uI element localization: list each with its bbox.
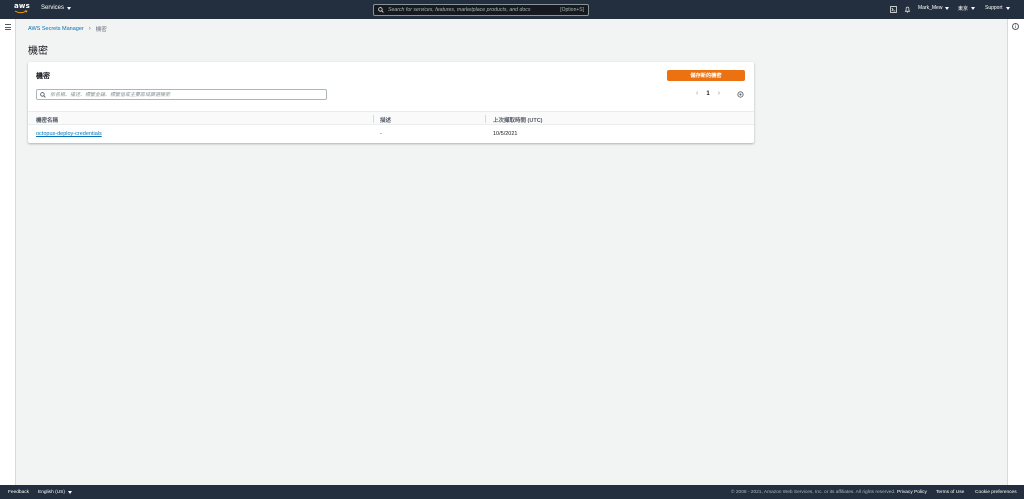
chevron-right-icon: › <box>88 26 91 32</box>
gear-icon[interactable] <box>737 91 744 98</box>
previous-page-icon[interactable]: ‹ <box>696 90 698 97</box>
panel-title: 機密 <box>36 73 50 80</box>
secret-description: - <box>380 131 382 137</box>
table-row: octopus-deploy-credentials - 10/5/2021 <box>28 126 754 142</box>
caret-down-icon <box>1005 6 1010 10</box>
aws-logo[interactable]: aws <box>14 2 30 17</box>
account-label: Mark_Mew <box>918 5 943 11</box>
current-page-number[interactable]: 1 <box>706 91 709 97</box>
footer: Feedback English (US) © 2008 - 2021, Ama… <box>0 485 1024 499</box>
page-title: 機密 <box>28 46 48 57</box>
support-label: Support <box>985 5 1003 11</box>
filter-box[interactable] <box>36 89 327 100</box>
column-header-description[interactable]: 描述 <box>380 116 391 124</box>
search-shortcut: [Option+S] <box>560 7 584 13</box>
aws-logo-text: aws <box>14 2 30 10</box>
table-header: 機密名稱 描述 上次擷取時間 (UTC) <box>28 111 754 125</box>
column-header-last-retrieved[interactable]: 上次擷取時間 (UTC) <box>493 116 543 124</box>
language-label: English (US) <box>38 489 65 495</box>
terms-of-use-link[interactable]: Terms of Use <box>936 490 964 495</box>
secret-last-retrieved: 10/5/2021 <box>493 131 518 137</box>
language-selector[interactable]: English (US) <box>38 490 72 495</box>
global-search[interactable]: [Option+S] <box>373 4 589 16</box>
cloudshell-icon[interactable] <box>890 6 897 13</box>
global-search-input[interactable] <box>388 7 561 13</box>
column-divider[interactable] <box>485 115 486 123</box>
breadcrumb-current: 機密 <box>95 27 107 33</box>
breadcrumb: AWS Secrets Manager › 機密 <box>28 25 107 33</box>
aws-smile-icon <box>14 10 28 14</box>
secrets-table-panel: 機密 儲存新的機密 ‹ 1 › 機密名稱 描述 上次擷取時間 (UTC) oct… <box>28 62 754 143</box>
cookie-preferences-link[interactable]: Cookie preferences <box>975 490 1017 495</box>
breadcrumb-secrets-manager[interactable]: AWS Secrets Manager <box>28 26 84 32</box>
navigation-drawer-rail <box>0 19 16 485</box>
region-menu[interactable]: 東京 <box>958 5 976 12</box>
feedback-link[interactable]: Feedback <box>8 490 29 495</box>
caret-down-icon <box>945 6 950 10</box>
search-icon <box>40 91 46 98</box>
filter-input[interactable] <box>50 91 323 98</box>
info-icon[interactable]: i <box>1012 23 1019 30</box>
store-new-secret-button[interactable]: 儲存新的機密 <box>667 70 745 81</box>
help-panel-rail <box>1007 19 1024 485</box>
account-menu[interactable]: Mark_Mew <box>918 5 950 11</box>
caret-down-icon <box>971 7 976 10</box>
region-label: 東京 <box>958 6 969 12</box>
secret-name-link[interactable]: octopus-deploy-credentials <box>36 131 102 137</box>
privacy-policy-link[interactable]: Privacy Policy <box>897 490 927 495</box>
column-divider[interactable] <box>373 115 374 123</box>
search-icon <box>378 7 384 13</box>
support-menu[interactable]: Support <box>985 5 1010 11</box>
next-page-icon[interactable]: › <box>718 90 720 97</box>
services-label: Services <box>41 5 65 11</box>
caret-down-icon <box>67 6 72 10</box>
top-navigation: aws Services [Option+S] Mark_Mew 東京 Supp… <box>0 0 1024 19</box>
menu-icon[interactable] <box>5 24 11 32</box>
column-header-name[interactable]: 機密名稱 <box>36 116 58 124</box>
bell-icon[interactable] <box>904 6 911 13</box>
pagination: ‹ 1 › <box>696 90 720 97</box>
caret-down-icon <box>67 490 72 494</box>
copyright-text: © 2008 - 2021, Amazon Web Services, Inc.… <box>731 489 896 495</box>
services-menu[interactable]: Services <box>41 5 72 11</box>
